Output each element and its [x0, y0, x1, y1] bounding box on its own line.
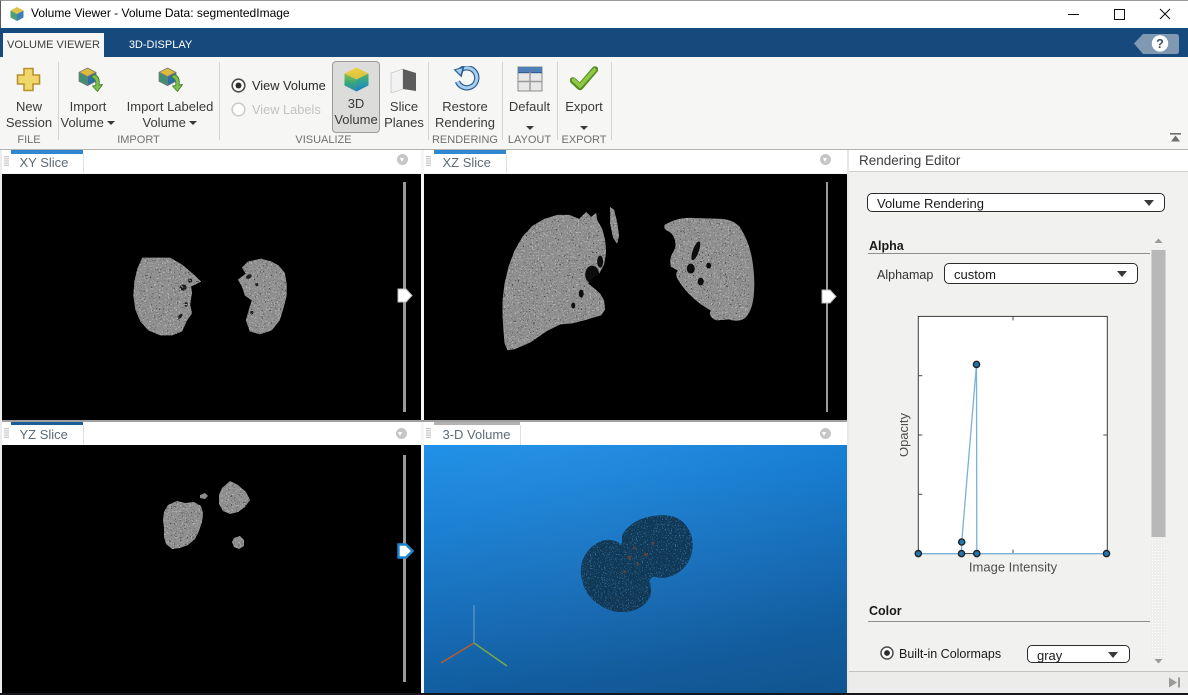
svg-text:Image Intensity: Image Intensity — [969, 560, 1058, 575]
svg-text:?: ? — [1156, 36, 1164, 50]
svg-text:Opacity: Opacity — [900, 412, 911, 457]
